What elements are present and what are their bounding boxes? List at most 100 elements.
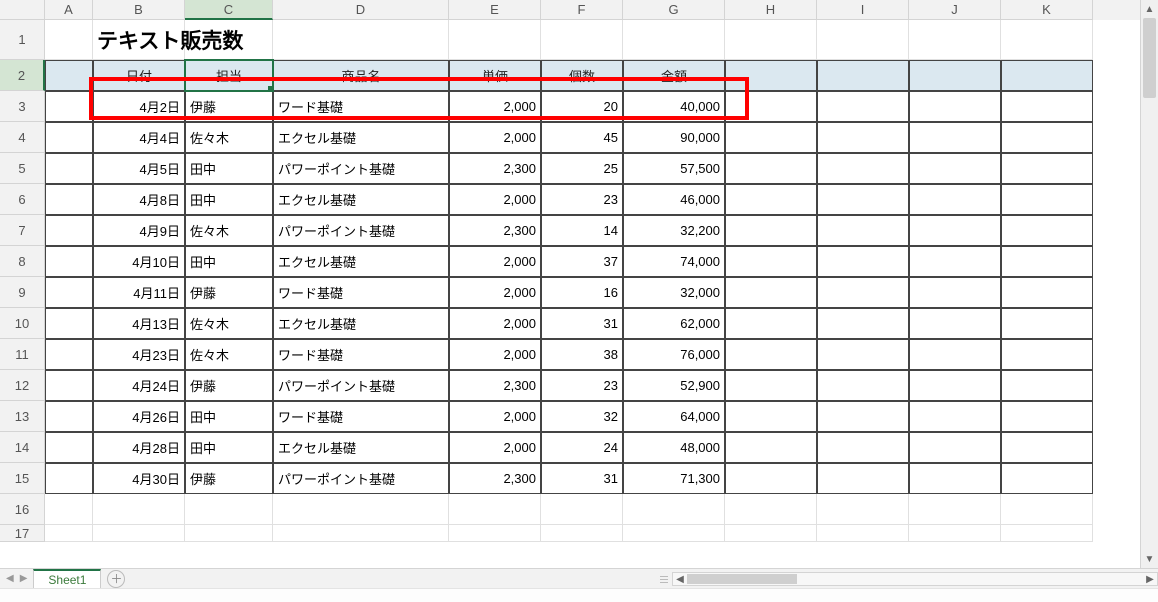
- cell-A5[interactable]: [45, 153, 93, 184]
- row-header-9[interactable]: 9: [0, 277, 45, 308]
- cell-A16[interactable]: [45, 494, 93, 525]
- cell-D1[interactable]: [273, 20, 449, 60]
- cell-K5[interactable]: [1001, 153, 1093, 184]
- cell-F11[interactable]: 38: [541, 339, 623, 370]
- cell-D17[interactable]: [273, 525, 449, 542]
- cell-J3[interactable]: [909, 91, 1001, 122]
- cell-D16[interactable]: [273, 494, 449, 525]
- cell-B1[interactable]: テキスト販売数: [93, 20, 185, 60]
- cell-H10[interactable]: [725, 308, 817, 339]
- cell-I3[interactable]: [817, 91, 909, 122]
- cell-G2[interactable]: 金額: [623, 60, 725, 91]
- row-header-10[interactable]: 10: [0, 308, 45, 339]
- cell-G10[interactable]: 62,000: [623, 308, 725, 339]
- cell-I2[interactable]: [817, 60, 909, 91]
- cell-B8[interactable]: 4月10日: [93, 246, 185, 277]
- cell-D2[interactable]: 商品名: [273, 60, 449, 91]
- cell-J11[interactable]: [909, 339, 1001, 370]
- cell-C15[interactable]: 伊藤: [185, 463, 273, 494]
- cell-I15[interactable]: [817, 463, 909, 494]
- cell-A14[interactable]: [45, 432, 93, 463]
- cell-K16[interactable]: [1001, 494, 1093, 525]
- cell-H4[interactable]: [725, 122, 817, 153]
- cell-D3[interactable]: ワード基礎: [273, 91, 449, 122]
- cell-J1[interactable]: [909, 20, 1001, 60]
- next-sheet-icon[interactable]: ▶: [20, 573, 28, 584]
- cell-F3[interactable]: 20: [541, 91, 623, 122]
- scroll-down-icon[interactable]: ▼: [1141, 550, 1158, 568]
- row-header-2[interactable]: 2: [0, 60, 45, 91]
- row-header-14[interactable]: 14: [0, 432, 45, 463]
- cell-J13[interactable]: [909, 401, 1001, 432]
- cell-H14[interactable]: [725, 432, 817, 463]
- cell-E9[interactable]: 2,000: [449, 277, 541, 308]
- cell-C4[interactable]: 佐々木: [185, 122, 273, 153]
- cell-E10[interactable]: 2,000: [449, 308, 541, 339]
- cell-E3[interactable]: 2,000: [449, 91, 541, 122]
- cell-F8[interactable]: 37: [541, 246, 623, 277]
- sheet-tab-active[interactable]: Sheet1: [33, 569, 101, 589]
- cell-H2[interactable]: [725, 60, 817, 91]
- cell-K14[interactable]: [1001, 432, 1093, 463]
- cell-C3[interactable]: 伊藤: [185, 91, 273, 122]
- row-header-17[interactable]: 17: [0, 525, 45, 542]
- cell-F1[interactable]: [541, 20, 623, 60]
- cell-A17[interactable]: [45, 525, 93, 542]
- cell-K8[interactable]: [1001, 246, 1093, 277]
- cell-A2[interactable]: [45, 60, 93, 91]
- cell-K10[interactable]: [1001, 308, 1093, 339]
- cell-D8[interactable]: エクセル基礎: [273, 246, 449, 277]
- cell-G8[interactable]: 74,000: [623, 246, 725, 277]
- row-header-7[interactable]: 7: [0, 215, 45, 246]
- cell-H17[interactable]: [725, 525, 817, 542]
- cell-E13[interactable]: 2,000: [449, 401, 541, 432]
- cell-G5[interactable]: 57,500: [623, 153, 725, 184]
- cell-F2[interactable]: 個数: [541, 60, 623, 91]
- cell-B5[interactable]: 4月5日: [93, 153, 185, 184]
- row-header-1[interactable]: 1: [0, 20, 45, 60]
- cell-A3[interactable]: [45, 91, 93, 122]
- cell-G13[interactable]: 64,000: [623, 401, 725, 432]
- cell-C16[interactable]: [185, 494, 273, 525]
- cell-H11[interactable]: [725, 339, 817, 370]
- scroll-right-icon[interactable]: ▶: [1143, 574, 1157, 585]
- column-header-H[interactable]: H: [725, 0, 817, 20]
- cell-J4[interactable]: [909, 122, 1001, 153]
- cell-F17[interactable]: [541, 525, 623, 542]
- cell-G17[interactable]: [623, 525, 725, 542]
- cell-B2[interactable]: 日付: [93, 60, 185, 91]
- column-header-D[interactable]: D: [273, 0, 449, 20]
- column-header-K[interactable]: K: [1001, 0, 1093, 20]
- cell-J8[interactable]: [909, 246, 1001, 277]
- cell-G1[interactable]: [623, 20, 725, 60]
- cell-A15[interactable]: [45, 463, 93, 494]
- cell-C5[interactable]: 田中: [185, 153, 273, 184]
- cell-D15[interactable]: パワーポイント基礎: [273, 463, 449, 494]
- cell-C17[interactable]: [185, 525, 273, 542]
- cell-I4[interactable]: [817, 122, 909, 153]
- cell-E5[interactable]: 2,300: [449, 153, 541, 184]
- cell-A4[interactable]: [45, 122, 93, 153]
- cell-A6[interactable]: [45, 184, 93, 215]
- prev-sheet-icon[interactable]: ◀: [6, 573, 14, 584]
- cell-H3[interactable]: [725, 91, 817, 122]
- row-header-5[interactable]: 5: [0, 153, 45, 184]
- cell-F12[interactable]: 23: [541, 370, 623, 401]
- cell-F16[interactable]: [541, 494, 623, 525]
- cell-B3[interactable]: 4月2日: [93, 91, 185, 122]
- cell-B6[interactable]: 4月8日: [93, 184, 185, 215]
- column-header-J[interactable]: J: [909, 0, 1001, 20]
- cell-B16[interactable]: [93, 494, 185, 525]
- cell-H8[interactable]: [725, 246, 817, 277]
- row-header-6[interactable]: 6: [0, 184, 45, 215]
- cell-J10[interactable]: [909, 308, 1001, 339]
- cell-J15[interactable]: [909, 463, 1001, 494]
- cell-E11[interactable]: 2,000: [449, 339, 541, 370]
- row-header-8[interactable]: 8: [0, 246, 45, 277]
- row-header-3[interactable]: 3: [0, 91, 45, 122]
- cell-A7[interactable]: [45, 215, 93, 246]
- cell-K12[interactable]: [1001, 370, 1093, 401]
- cell-A9[interactable]: [45, 277, 93, 308]
- cell-H7[interactable]: [725, 215, 817, 246]
- cell-B12[interactable]: 4月24日: [93, 370, 185, 401]
